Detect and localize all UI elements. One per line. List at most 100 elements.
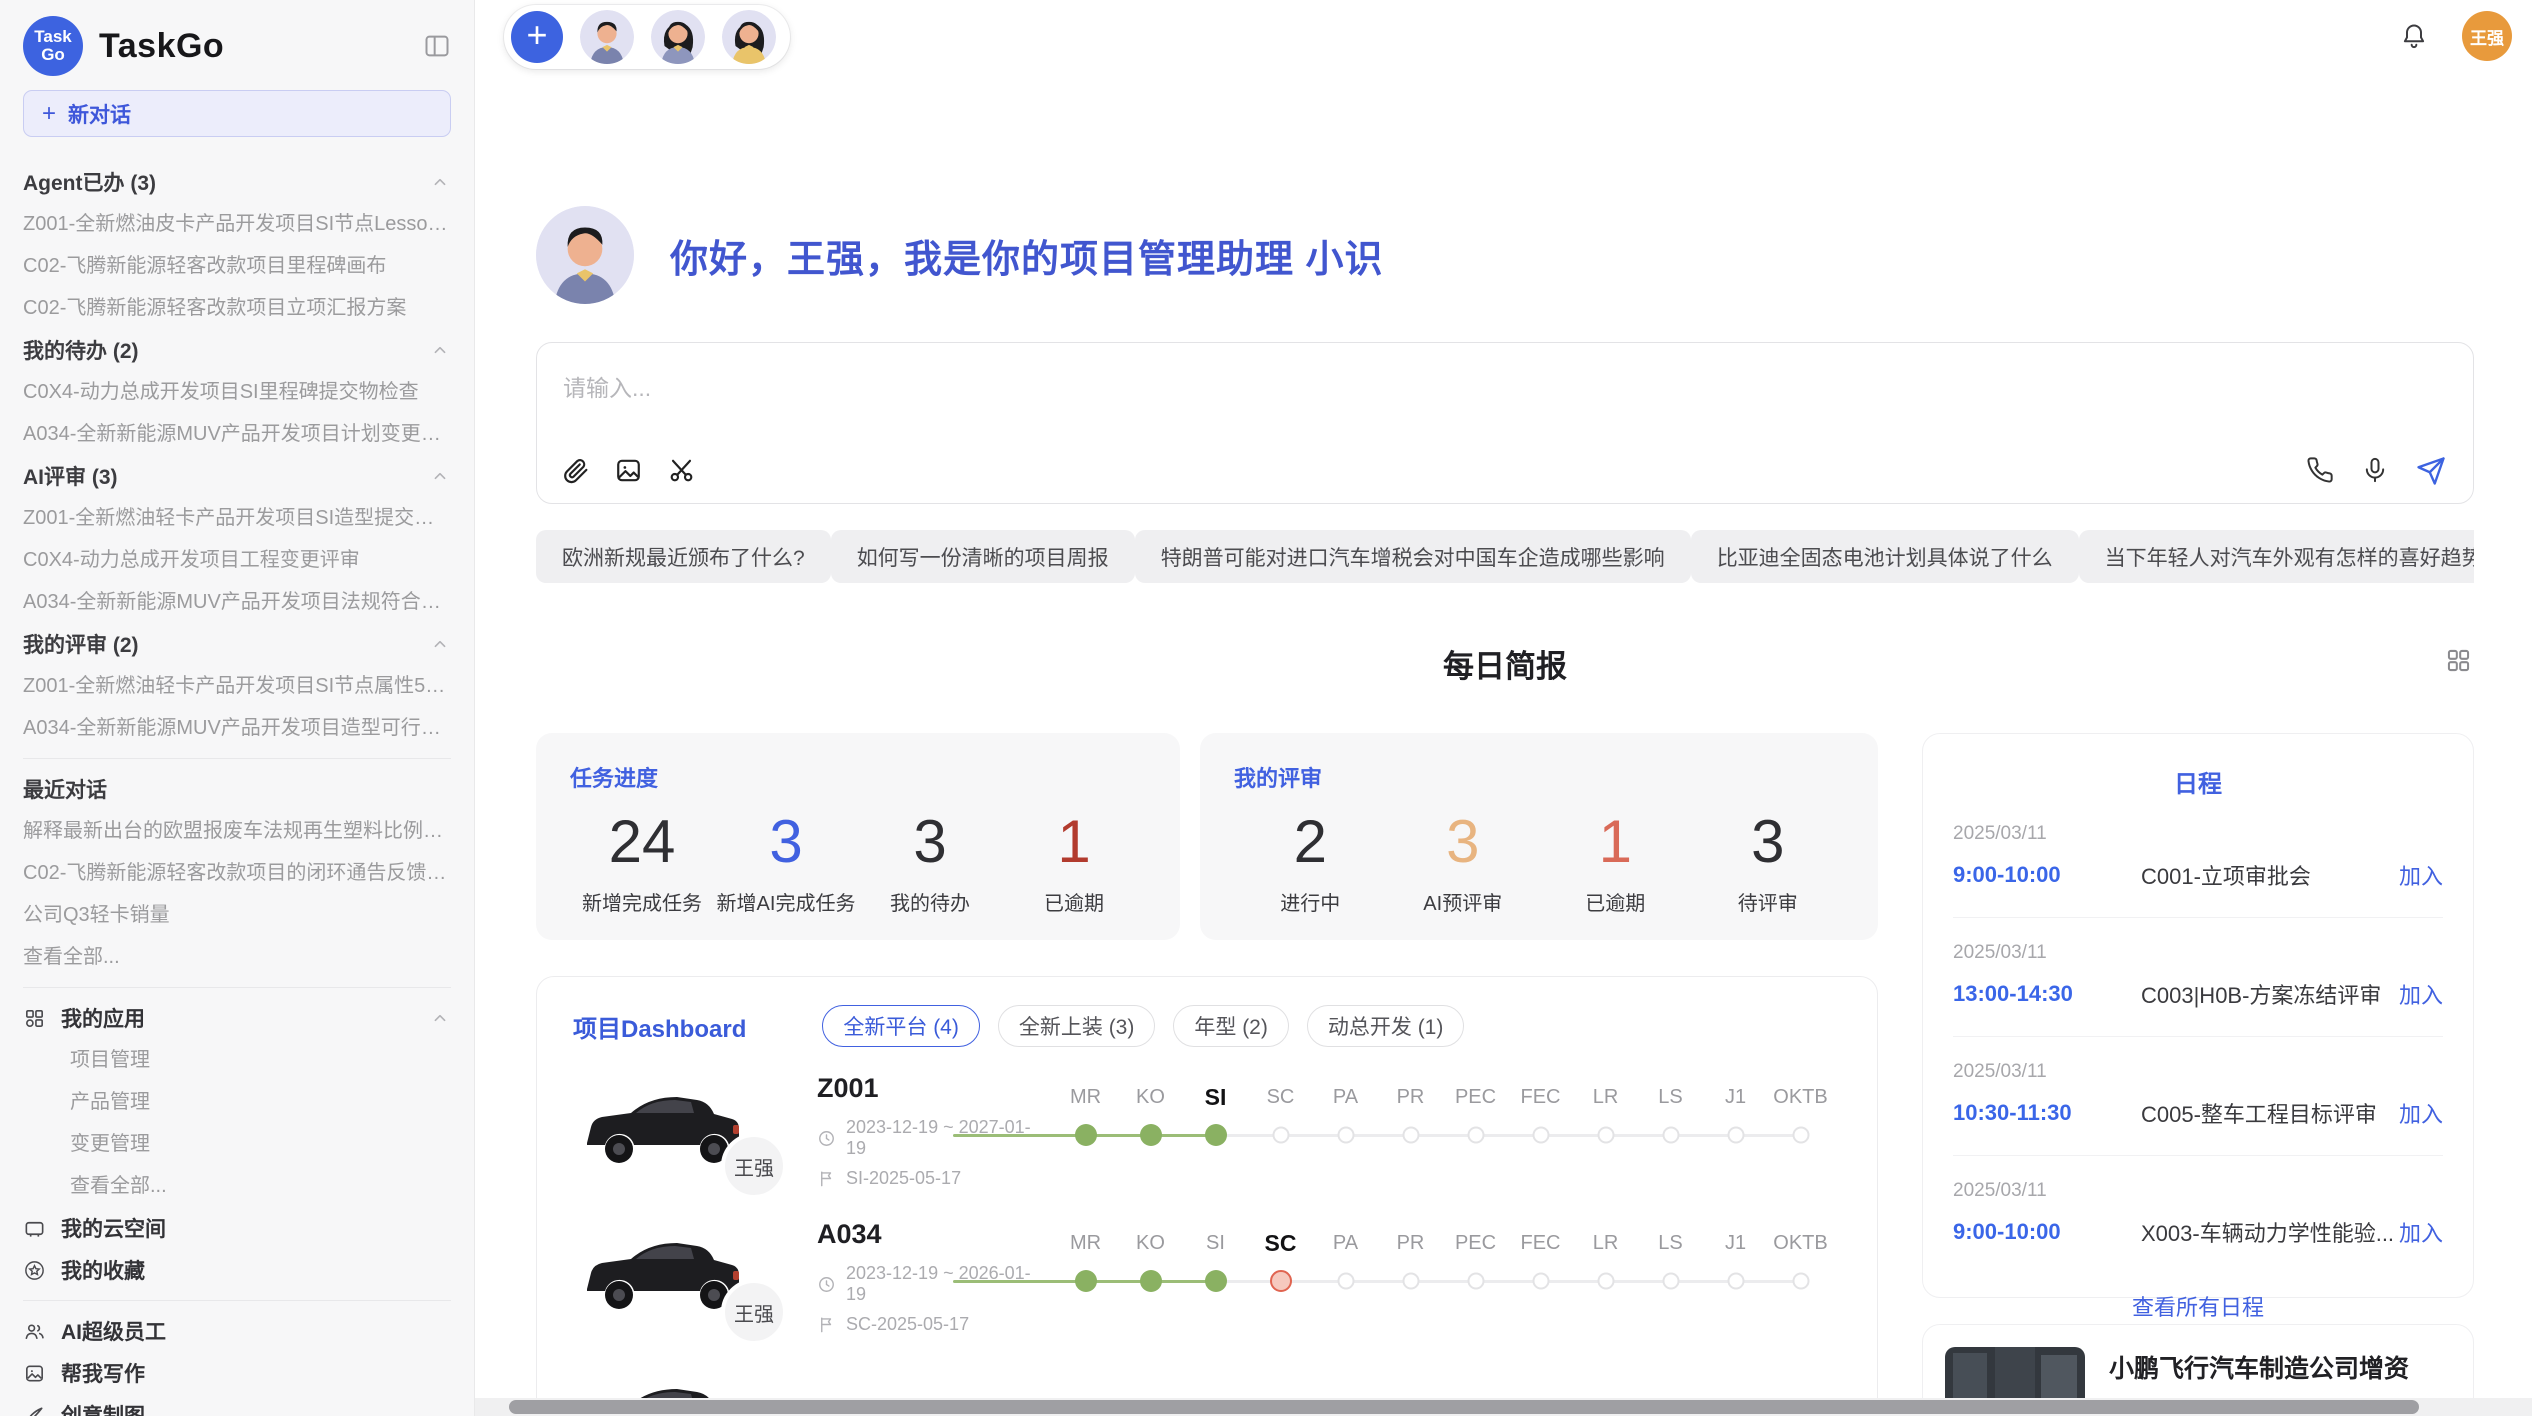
- my-apps-header[interactable]: 我的应用: [23, 997, 451, 1039]
- sidebar-task-item[interactable]: A034-全新新能源MUV产品开发项目计划变更表编写: [23, 413, 451, 455]
- suggestion-chip[interactable]: 比亚迪全固态电池计划具体说了什么: [1691, 530, 2079, 583]
- chevron-up-icon[interactable]: [429, 1007, 451, 1029]
- suggestion-chip[interactable]: 如何写一份清晰的项目周报: [831, 530, 1135, 583]
- milestone-dot-PEC[interactable]: [1467, 1273, 1484, 1290]
- milestone-dot-KO[interactable]: [1140, 1124, 1162, 1146]
- phone-call-icon[interactable]: [2306, 456, 2335, 485]
- avatar-person-3[interactable]: [722, 10, 776, 64]
- milestone-dot-PA[interactable]: [1337, 1127, 1354, 1144]
- chevron-up-icon[interactable]: [429, 465, 451, 487]
- stats-card-title: 任务进度: [570, 761, 1146, 793]
- notification-bell-icon[interactable]: [2400, 22, 2428, 50]
- milestone-label: PR: [1378, 1081, 1443, 1113]
- milestone-dot-SI[interactable]: [1205, 1270, 1227, 1292]
- project-row[interactable]: 王强Z0012023-12-19 ~ 2027-01-19SI-2025-05-…: [537, 1069, 1877, 1189]
- horizontal-scrollbar-track[interactable]: [475, 1398, 2532, 1416]
- dashboard-tab[interactable]: 年型 (2): [1173, 1005, 1289, 1047]
- join-meeting-link[interactable]: 加入: [2399, 978, 2443, 1010]
- milestone-dot-OKTB[interactable]: [1792, 1273, 1809, 1290]
- schedule-time: 13:00-14:30: [1953, 981, 2141, 1007]
- suggestion-chip[interactable]: 当下年轻人对汽车外观有怎样的喜好趋势: [2079, 530, 2474, 583]
- milestone-dot-SI[interactable]: [1205, 1124, 1227, 1146]
- sidebar-link-cloud-space[interactable]: 我的云空间: [23, 1207, 451, 1249]
- milestone-dot-J1[interactable]: [1727, 1127, 1744, 1144]
- recent-chat-item[interactable]: 公司Q3轻卡销量: [23, 894, 451, 936]
- sidebar-task-item[interactable]: Z001-全新燃油皮卡产品开发项目SI节点Lesson Learn报告: [23, 203, 451, 245]
- project-row[interactable]: 王强A0342023-12-19 ~ 2026-01-19SC-2025-05-…: [537, 1215, 1877, 1335]
- sidebar-task-item[interactable]: Z001-全新燃油轻卡产品开发项目SI节点属性5D文件评审: [23, 665, 451, 707]
- sidebar-section-header[interactable]: 我的评审 (2): [23, 623, 451, 665]
- milestone-dot-KO[interactable]: [1140, 1270, 1162, 1292]
- dashboard-tab[interactable]: 动总开发 (1): [1307, 1005, 1465, 1047]
- chat-input-box[interactable]: 请输入...: [536, 342, 2474, 504]
- milestone-dot-PEC[interactable]: [1467, 1127, 1484, 1144]
- chevron-up-icon[interactable]: [429, 171, 451, 193]
- sidebar-tool-picture[interactable]: 帮我写作: [23, 1352, 451, 1394]
- app-link[interactable]: 变更管理: [23, 1123, 451, 1165]
- join-meeting-link[interactable]: 加入: [2399, 859, 2443, 891]
- sidebar-collapse-icon[interactable]: [423, 32, 451, 60]
- chevron-up-icon[interactable]: [429, 633, 451, 655]
- app-link[interactable]: 项目管理: [23, 1039, 451, 1081]
- microphone-icon[interactable]: [2361, 456, 2390, 485]
- suggestion-chip[interactable]: 特朗普可能对进口汽车增税会对中国车企造成哪些影响: [1135, 530, 1691, 583]
- recent-chat-item[interactable]: 解释最新出台的欧盟报废车法规再生塑料比例被调至15%...: [23, 810, 451, 852]
- milestone-dot-LS[interactable]: [1662, 1127, 1679, 1144]
- scissors-icon[interactable]: [667, 456, 696, 485]
- app-link[interactable]: 产品管理: [23, 1081, 451, 1123]
- sidebar-task-item[interactable]: C02-飞腾新能源轻客改款项目里程碑画布: [23, 245, 451, 287]
- milestone-dot-LR[interactable]: [1597, 1273, 1614, 1290]
- sidebar-task-item[interactable]: A034-全新新能源MUV产品开发项目造型可行性评审: [23, 707, 451, 749]
- timeline-segment: [1541, 1134, 1606, 1137]
- sidebar-task-item[interactable]: A034-全新新能源MUV产品开发项目法规符合性评审: [23, 581, 451, 623]
- sidebar-tool-people[interactable]: AI超级员工: [23, 1310, 451, 1352]
- sidebar-link-star[interactable]: 我的收藏: [23, 1249, 451, 1291]
- milestone-dot-PA[interactable]: [1337, 1273, 1354, 1290]
- suggestion-chip[interactable]: 欧洲新规最近颁布了什么?: [536, 530, 831, 583]
- milestone-dot-PR[interactable]: [1402, 1127, 1419, 1144]
- attachment-icon[interactable]: [561, 456, 590, 485]
- recent-chat-item[interactable]: C02-飞腾新能源轻客改款项目的闭环通告反馈情况: [23, 852, 451, 894]
- sidebar-task-item[interactable]: C02-飞腾新能源轻客改款项目立项汇报方案: [23, 287, 451, 329]
- dashboard-tab[interactable]: 全新平台 (4): [822, 1005, 980, 1047]
- layout-grid-icon[interactable]: [2445, 647, 2472, 674]
- milestone-dot-J1[interactable]: [1727, 1273, 1744, 1290]
- sidebar-section-header[interactable]: 我的待办 (2): [23, 329, 451, 371]
- avatar-person-1[interactable]: [580, 10, 634, 64]
- milestone-dot-FEC[interactable]: [1532, 1127, 1549, 1144]
- dashboard-tab[interactable]: 全新上装 (3): [998, 1005, 1156, 1047]
- milestone-dot-SC[interactable]: [1270, 1270, 1292, 1292]
- view-all-schedule-link[interactable]: 查看所有日程: [1953, 1290, 2443, 1322]
- view-all-chats-link[interactable]: 查看全部...: [23, 936, 451, 978]
- milestone-dot-LR[interactable]: [1597, 1127, 1614, 1144]
- user-avatar[interactable]: 王强: [2462, 11, 2512, 61]
- milestone-dot-PR[interactable]: [1402, 1273, 1419, 1290]
- assistant-avatar: [536, 206, 634, 304]
- new-session-button[interactable]: +: [511, 11, 563, 63]
- avatar-person-2[interactable]: [651, 10, 705, 64]
- sidebar-tool-pen[interactable]: 创意制图: [23, 1394, 451, 1416]
- project-dates: 2023-12-19 ~ 2026-01-19: [846, 1263, 1047, 1305]
- milestone-dot-OKTB[interactable]: [1792, 1127, 1809, 1144]
- sidebar-section-header[interactable]: Agent已办 (3): [23, 161, 451, 203]
- join-meeting-link[interactable]: 加入: [2399, 1216, 2443, 1248]
- milestone-dot-LS[interactable]: [1662, 1273, 1679, 1290]
- milestone-dot-SC[interactable]: [1272, 1127, 1289, 1144]
- send-icon[interactable]: [2416, 456, 2445, 485]
- image-upload-icon[interactable]: [614, 456, 643, 485]
- milestone-dot-FEC[interactable]: [1532, 1273, 1549, 1290]
- join-meeting-link[interactable]: 加入: [2399, 1097, 2443, 1129]
- new-chat-button[interactable]: + 新对话: [23, 90, 451, 137]
- sidebar-task-item[interactable]: C0X4-动力总成开发项目SI里程碑提交物检查: [23, 371, 451, 413]
- chevron-up-icon[interactable]: [429, 339, 451, 361]
- sidebar-task-item[interactable]: C0X4-动力总成开发项目工程变更评审: [23, 539, 451, 581]
- horizontal-scrollbar-thumb[interactable]: [509, 1400, 2419, 1414]
- sidebar-task-item[interactable]: Z001-全新燃油轻卡产品开发项目SI造型提交物评审: [23, 497, 451, 539]
- milestone-dot-MR[interactable]: [1075, 1124, 1097, 1146]
- milestone-label: KO: [1118, 1081, 1183, 1113]
- schedule-event-title: X003-车辆动力学性能验...: [2141, 1216, 2399, 1248]
- schedule-card: 日程 2025/03/119:00-10:00C001-立项审批会加入2025/…: [1922, 733, 2474, 1298]
- app-link[interactable]: 查看全部...: [23, 1165, 451, 1207]
- sidebar-section-header[interactable]: AI评审 (3): [23, 455, 451, 497]
- milestone-dot-MR[interactable]: [1075, 1270, 1097, 1292]
